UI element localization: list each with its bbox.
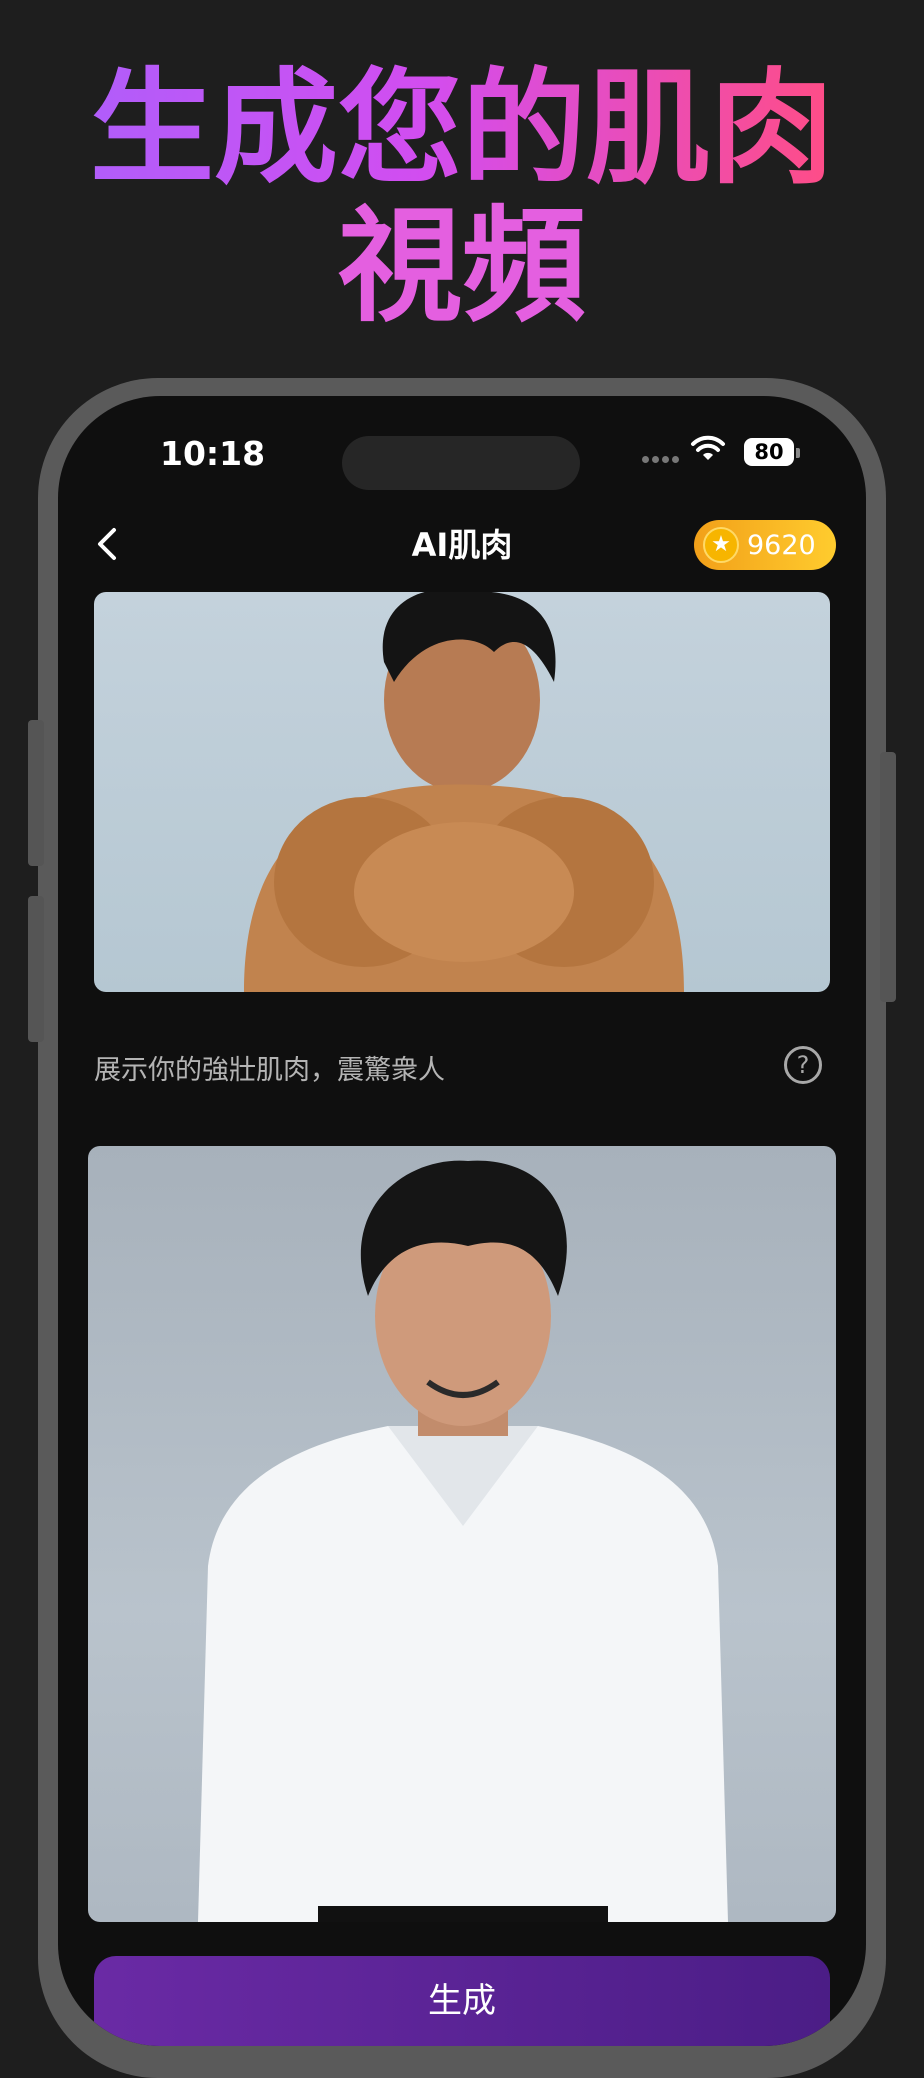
volume-up-button <box>28 720 44 866</box>
preview-image <box>94 592 830 992</box>
question-icon[interactable]: ? <box>784 1046 822 1084</box>
dynamic-island <box>342 436 580 490</box>
battery-icon: 80 <box>744 438 794 466</box>
battery-tip <box>796 448 800 458</box>
generate-button[interactable]: 生成 <box>94 1956 830 2046</box>
phone-screen: 10:18 80 AI肌肉 ★ 9620 展示你的強壯肌肉，震驚衆人 ? 生成 <box>58 396 866 2046</box>
promo-headline: 生成您的肌肉 視頻 <box>0 60 924 336</box>
headline-line-2: 視頻 <box>337 195 586 339</box>
power-button <box>880 752 896 1002</box>
volume-down-button <box>28 896 44 1042</box>
feature-caption: 展示你的強壯肌肉，震驚衆人 <box>94 1055 445 1086</box>
coin-balance-badge[interactable]: ★ 9620 <box>694 520 836 570</box>
headline-line-1: 生成您的肌肉 <box>89 57 834 201</box>
upload-photo[interactable] <box>88 1146 836 1922</box>
cell-signal-icon <box>642 456 682 464</box>
coin-count: 9620 <box>747 529 816 561</box>
star-coin-icon: ★ <box>703 527 739 563</box>
status-time: 10:18 <box>160 434 266 473</box>
wifi-icon <box>691 435 725 460</box>
